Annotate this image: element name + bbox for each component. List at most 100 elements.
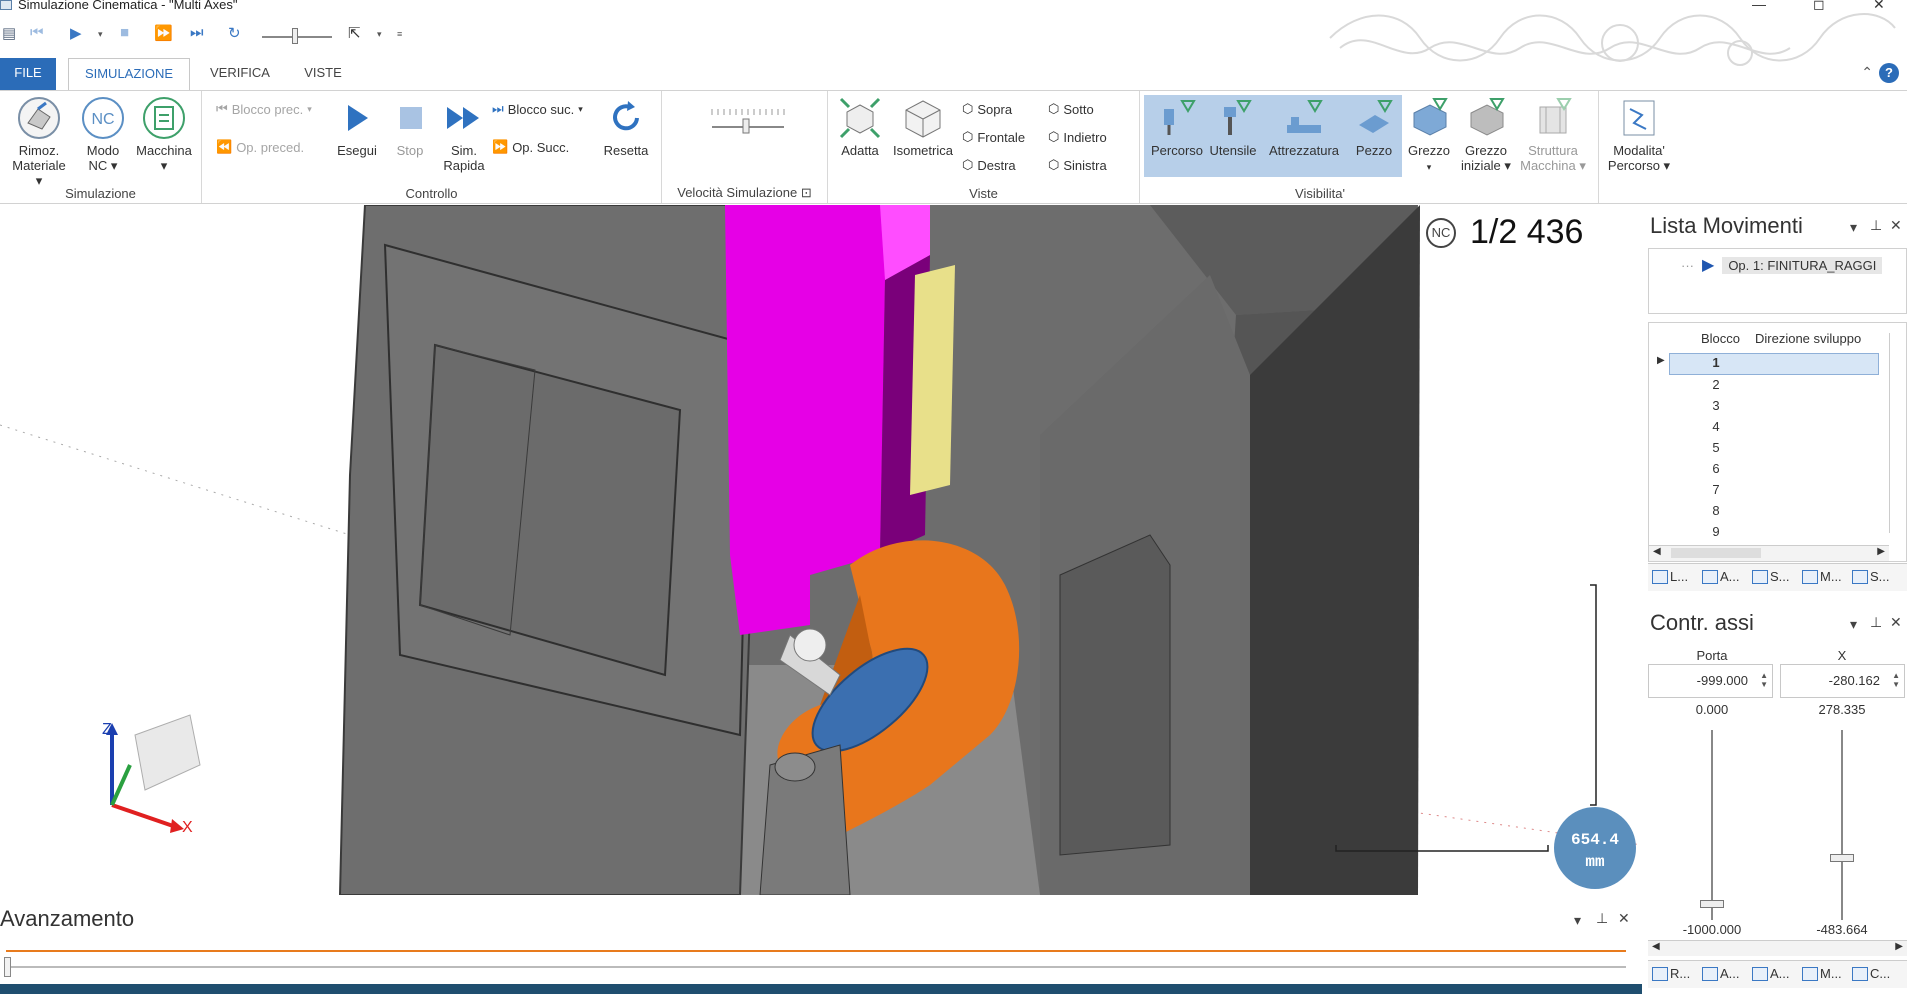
first-icon[interactable]: ⏮ [30,24,44,41]
reset-icon[interactable]: ↻ [228,24,241,42]
panel-tab-m[interactable]: M... [1802,569,1842,584]
frontale-button[interactable]: ⬡ Frontale [962,129,1025,145]
op-preced-button[interactable]: ⏪ Op. preced. [216,139,304,155]
col-blocco-header[interactable]: Blocco [1701,331,1740,346]
table-row[interactable]: 9 [1649,524,1879,545]
utensile-button[interactable]: Utensile [1202,95,1264,158]
fast-forward-icon[interactable]: ⏩ [154,24,173,42]
modalita-percorso-button[interactable]: Modalita' Percorso ▾ [1603,95,1675,173]
sinistra-button[interactable]: ⬡ Sinistra [1048,157,1107,173]
horizontal-scrollbar[interactable]: ◀ ▶ [1649,545,1889,561]
sopra-button[interactable]: ⬡ Sopra [962,101,1012,117]
panel-tab-s2[interactable]: S... [1852,569,1890,584]
macchina-button[interactable]: Macchina ▾ [132,95,196,173]
attrezzatura-button[interactable]: Attrezzatura [1262,95,1346,158]
table-row[interactable]: 1 [1649,355,1879,376]
panel-tab-a[interactable]: A... [1702,966,1740,981]
panel-dropdown-icon[interactable]: ▾ [1850,616,1857,633]
percorso-button[interactable]: Percorso [1146,95,1208,158]
sotto-button[interactable]: ⬡ Sotto [1048,101,1094,117]
destra-button[interactable]: ⬡ Destra [962,157,1016,173]
tab-verifica[interactable]: VERIFICA [200,58,280,90]
pointer-icon[interactable]: ⇱ [348,24,361,42]
resetta-button[interactable]: Resetta [598,95,654,158]
play-dropdown-icon[interactable]: ▾ [98,29,103,40]
part-icon [1351,95,1397,141]
tool-holder [793,628,827,662]
progress-slider-thumb[interactable] [4,957,11,977]
stop-icon [388,95,434,141]
group-viste: Adatta Isometrica ⬡ Sopra ⬡ Frontale ⬡ Dest… [828,91,1140,203]
nc-counter-value: 1/2 436 [1470,213,1584,251]
op-succ-button[interactable]: ⏩ Op. Succ. [492,139,569,155]
panel-tab-s[interactable]: S... [1752,569,1790,584]
porta-value-spinner[interactable]: -999.000 ▲ ▼ [1648,664,1773,698]
panel-tab-a[interactable]: A... [1702,569,1740,584]
table-row[interactable]: 6 [1649,461,1879,482]
axis-porta-header: Porta [1696,648,1728,663]
struttura-macchina-button[interactable]: Struttura Macchina ▾ [1516,95,1590,173]
panel-tab-m[interactable]: M... [1802,966,1842,981]
rimoz-materiale-button[interactable]: Rimoz. Materiale ▾ [8,95,70,188]
front-view-icon: ⬡ [962,129,974,144]
panel-tab-c[interactable]: C... [1852,966,1890,981]
pointer-dropdown-icon[interactable]: ▾ [377,29,382,40]
play-icon [334,95,380,141]
customize-qat-icon[interactable]: ≡ [397,29,402,39]
tab-file[interactable]: FILE [0,58,56,90]
stop-icon[interactable]: ■ [120,24,129,41]
x-value-spinner[interactable]: -280.162 ▲ ▼ [1780,664,1905,698]
isometrica-button[interactable]: Isometrica [888,95,958,158]
blocco-prec-button[interactable]: ⏮ Blocco prec. ▾ [216,101,312,117]
blocco-suc-button[interactable]: ⏭ Blocco suc. ▾ [492,101,583,117]
sim-rapida-button[interactable]: Sim. Rapida [438,95,490,173]
panel-tab-a2[interactable]: A... [1752,966,1790,981]
speed-slider-thumb[interactable] [292,28,298,44]
panel-pin-icon[interactable]: ⊥ [1870,614,1882,631]
panel-tab-l[interactable]: L... [1652,569,1688,584]
esegui-button[interactable]: Esegui [332,95,382,158]
panel-pin-icon[interactable]: ⊥ [1596,910,1608,927]
panel-close-icon[interactable]: ✕ [1890,614,1902,631]
vertical-scrollbar[interactable] [1889,333,1899,533]
modo-nc-button[interactable]: NC Modo NC ▾ [76,95,130,173]
table-row[interactable]: 2 [1649,377,1879,398]
panel-close-icon[interactable]: ✕ [1618,910,1630,927]
spinner-arrows-icon[interactable]: ▲ ▼ [1892,671,1900,689]
panel-pin-icon[interactable]: ⊥ [1870,217,1882,234]
table-row[interactable]: 8 [1649,503,1879,524]
tab-simulazione[interactable]: SIMULAZIONE [68,58,190,91]
attrezzatura-label: Attrezzatura [1268,143,1340,158]
indietro-button[interactable]: ⬡ Indietro [1048,129,1107,145]
blocks-grid: Blocco Direzione sviluppo ▶ 1 2 3 4 5 6 … [1648,322,1907,562]
panel-dropdown-icon[interactable]: ▾ [1850,219,1857,236]
stop-button[interactable]: Stop [388,95,432,158]
save-icon[interactable]: ▤ [2,24,16,42]
simulation-viewport[interactable]: Z X NC 1/2 436 654.4 mm [0,205,1642,895]
x-slider-thumb[interactable] [1830,854,1854,862]
panel-dropdown-icon[interactable]: ▾ [1574,912,1581,929]
app-icon [0,0,12,10]
horizontal-scrollbar[interactable]: ◀ ▶ [1648,940,1907,956]
play-icon[interactable]: ▶ [70,24,82,42]
table-row[interactable]: 7 [1649,482,1879,503]
spinner-arrows-icon[interactable]: ▲ ▼ [1760,671,1768,689]
help-icon[interactable]: ? [1879,63,1899,83]
col-direzione-header[interactable]: Direzione sviluppo [1755,331,1861,346]
panel-tab-r[interactable]: R... [1652,966,1690,981]
pezzo-button[interactable]: Pezzo [1348,95,1400,158]
table-row[interactable]: 4 [1649,419,1879,440]
grezzo-button[interactable]: Grezzo ▾ [1404,95,1454,175]
tab-viste[interactable]: VISTE [288,58,358,90]
adatta-button[interactable]: Adatta [834,95,886,158]
speed-slider[interactable] [710,105,786,135]
operation-node[interactable]: ··· ▶ Op. 1: FINITURA_RAGGI [1681,255,1883,275]
last-icon[interactable]: ⏭ [190,24,204,41]
table-row[interactable]: 5 [1649,440,1879,461]
grezzo-iniziale-button[interactable]: Grezzo iniziale ▾ [1458,95,1514,173]
porta-slider-thumb[interactable] [1700,900,1724,908]
table-row[interactable]: 3 [1649,398,1879,419]
scale-badge: 654.4 mm [1554,807,1636,889]
collapse-ribbon-icon[interactable]: ⌃ [1861,64,1873,81]
panel-close-icon[interactable]: ✕ [1890,217,1902,234]
